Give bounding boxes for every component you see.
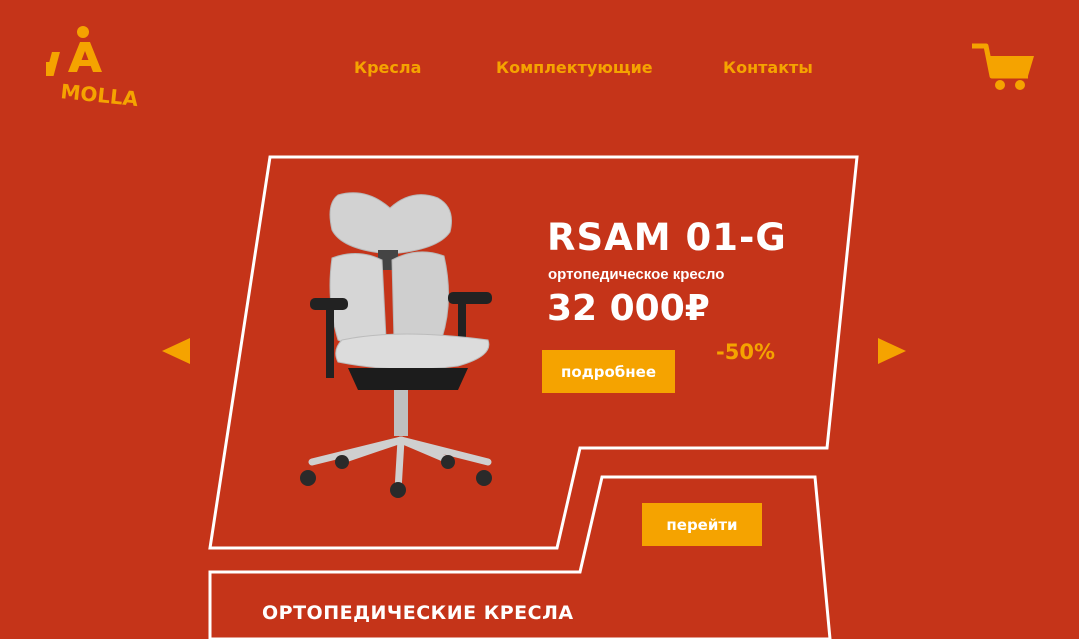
nav-item-contacts[interactable]: Контакты: [723, 58, 813, 77]
discount-badge: -50%: [716, 340, 775, 364]
more-button[interactable]: подробнее: [542, 350, 675, 393]
nav-item-components[interactable]: Комплектующие: [496, 58, 653, 77]
slider-frame: [208, 155, 859, 639]
product-price: 32 000₽: [547, 288, 710, 329]
logo-text: MOLLA: [59, 79, 139, 111]
product-name: RSAM 01-G: [547, 216, 787, 259]
go-button[interactable]: перейти: [642, 503, 762, 546]
product-subtitle: ортопедическое кресло: [548, 266, 725, 283]
arrow-right-icon[interactable]: [876, 336, 908, 366]
arrow-left-icon[interactable]: [160, 336, 192, 366]
cart-icon[interactable]: [970, 40, 1036, 92]
section-title: ОРТОПЕДИЧЕСКИЕ КРЕСЛА: [262, 602, 574, 624]
molla-logo[interactable]: MOLLA: [46, 22, 156, 112]
chair-image: [300, 192, 492, 498]
nav-item-chairs[interactable]: Кресла: [354, 58, 421, 77]
